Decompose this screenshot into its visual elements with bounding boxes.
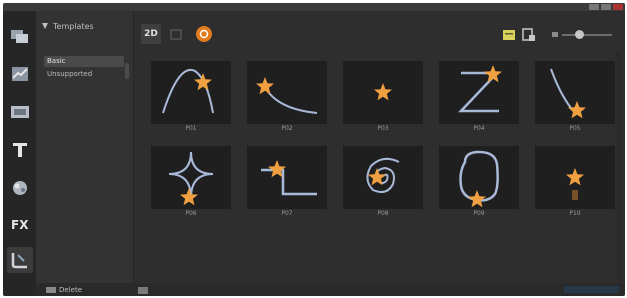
- tool-motion-path[interactable]: [7, 247, 33, 273]
- title-bar: [3, 3, 625, 11]
- cube-icon: [170, 29, 182, 40]
- path-tile[interactable]: P03: [343, 61, 423, 139]
- point-path-icon: [374, 83, 392, 101]
- library-scrollbar[interactable]: [125, 63, 129, 79]
- fx2-icon: FX: [11, 218, 29, 232]
- path-caption: P04: [473, 125, 485, 132]
- path-thumbnail: [247, 146, 327, 209]
- status-indicator: [564, 286, 619, 293]
- path-thumbnail: [439, 146, 519, 209]
- bottom-bar: Delete: [36, 283, 625, 296]
- tool-text[interactable]: [7, 137, 33, 163]
- path-tile[interactable]: P04: [439, 61, 519, 139]
- mode-2d-button[interactable]: 2D: [141, 24, 161, 44]
- overlay-icon: [11, 30, 28, 43]
- tool-overlay[interactable]: [7, 23, 33, 49]
- close-button[interactable]: [613, 4, 623, 10]
- path-caption: P10: [569, 210, 581, 217]
- path-thumbnail: [151, 146, 231, 209]
- path-caption: P07: [281, 210, 293, 217]
- zoom-out-icon: [552, 32, 558, 37]
- minimize-button[interactable]: [589, 4, 599, 10]
- tool-graphics[interactable]: [7, 61, 33, 87]
- tool-title-media[interactable]: [7, 99, 33, 125]
- path-thumbnail: [343, 61, 423, 124]
- list-view-icon: [503, 30, 515, 40]
- path-caption: P05: [569, 125, 581, 132]
- diamond-path-icon: [168, 151, 214, 206]
- app-window: FX Templates Basic Unsupported 2D P01 P0…: [3, 3, 625, 296]
- path-thumbnail: [343, 146, 423, 209]
- svg-text:FX: FX: [11, 218, 29, 232]
- tool-fx2[interactable]: FX: [7, 211, 33, 237]
- mode-3d-button[interactable]: [166, 24, 186, 44]
- maximize-button[interactable]: [601, 4, 611, 10]
- grid-view-button[interactable]: [522, 28, 536, 42]
- library-item-basic[interactable]: Basic: [44, 56, 124, 67]
- delete-label: Delete: [59, 285, 82, 294]
- circle-path-icon: [459, 150, 499, 208]
- tool-sidebar: FX: [3, 11, 36, 296]
- z-path-icon: [458, 65, 502, 113]
- path-tile[interactable]: P05: [535, 61, 615, 139]
- path-tile[interactable]: P10: [535, 146, 615, 224]
- tool-fx[interactable]: [7, 175, 33, 201]
- delete-button[interactable]: Delete: [46, 285, 82, 294]
- delete-icon: [46, 286, 56, 293]
- gallery-scrollbar[interactable]: [616, 51, 621, 281]
- corner-path-icon: [261, 160, 317, 196]
- collapse-triangle-icon: [42, 23, 48, 29]
- library-header-label: Templates: [53, 21, 94, 31]
- path-gallery: 2D P01 P02 P03 P04 P05 P06 P07 P08 P09 P…: [134, 11, 625, 283]
- text-icon: [13, 143, 27, 157]
- path-tile[interactable]: P06: [151, 146, 231, 224]
- path-tile[interactable]: P07: [247, 146, 327, 224]
- path-caption: P06: [185, 210, 197, 217]
- spiral-path-icon: [366, 157, 400, 193]
- library-panel: Templates Basic Unsupported: [36, 11, 134, 296]
- library-header[interactable]: Templates: [40, 17, 130, 35]
- graph-icon: [12, 67, 28, 81]
- motion-path-icon: [11, 253, 27, 269]
- decay-path-icon: [256, 77, 318, 114]
- path-tile[interactable]: P02: [247, 61, 327, 139]
- arc-path-icon: [162, 68, 214, 114]
- record-button[interactable]: [194, 24, 214, 44]
- path-thumbnail: [151, 61, 231, 124]
- path-thumbnail: [439, 61, 519, 124]
- path-tile[interactable]: P09: [439, 146, 519, 224]
- path-caption: P08: [377, 210, 389, 217]
- zoom-slider-knob[interactable]: [575, 30, 584, 39]
- list-view-button[interactable]: [502, 28, 516, 42]
- library-item-unsupported[interactable]: Unsupported: [44, 69, 124, 80]
- path-tile[interactable]: P01: [151, 61, 231, 139]
- path-caption: P09: [473, 210, 485, 217]
- path-thumbnail: [535, 61, 615, 124]
- drop-path-icon: [550, 68, 586, 119]
- path-tile[interactable]: P08: [343, 146, 423, 224]
- media-icon: [11, 106, 29, 118]
- path-thumbnail: [247, 61, 327, 124]
- fall-path-icon: [566, 168, 584, 200]
- record-icon: [196, 26, 212, 42]
- zoom-slider-track[interactable]: [562, 34, 612, 36]
- folder-icon[interactable]: [138, 285, 148, 294]
- path-caption: P02: [281, 125, 293, 132]
- fx-icon: [13, 181, 27, 195]
- path-thumbnail: [535, 146, 615, 209]
- grid-view-icon: [522, 28, 535, 41]
- path-caption: P03: [377, 125, 389, 132]
- path-caption: P01: [185, 125, 197, 132]
